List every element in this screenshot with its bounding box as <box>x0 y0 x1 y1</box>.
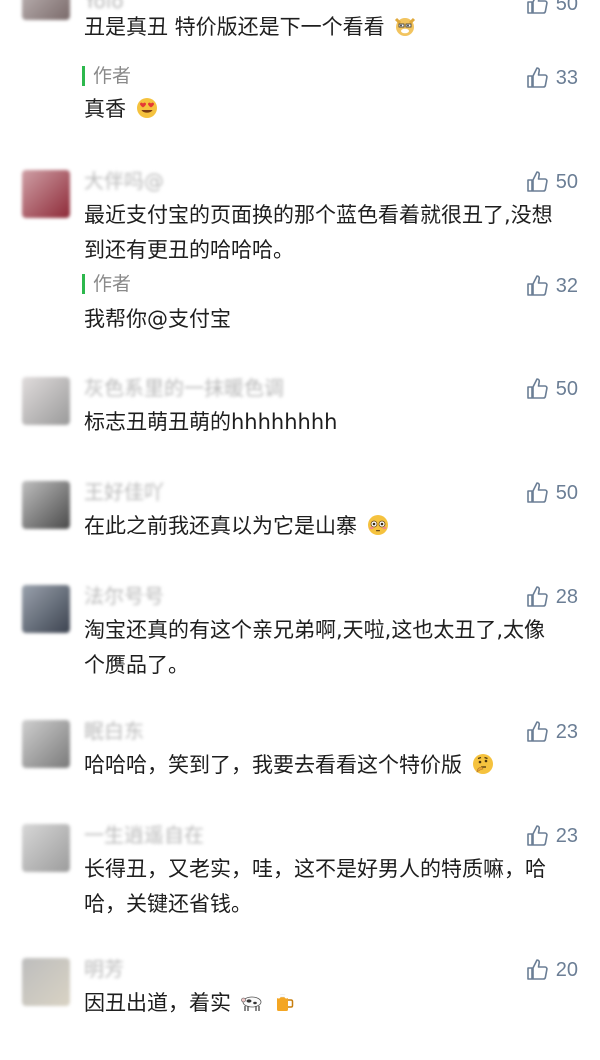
avatar[interactable] <box>22 585 70 633</box>
like-count: 23 <box>555 720 578 743</box>
like-button[interactable]: 50 <box>526 170 578 194</box>
reply-text-content: 真香 <box>84 97 126 121</box>
avatar[interactable] <box>22 0 70 20</box>
thumbs-up-icon <box>526 171 548 192</box>
like-count: 32 <box>555 274 578 297</box>
like-count: 50 <box>555 481 578 504</box>
avatar[interactable] <box>22 824 70 872</box>
like-count: 23 <box>555 824 578 847</box>
comment-text: 淘宝还真的有这个亲兄弟啊,天啦,这也太丑了,太像个赝品了。 <box>84 618 546 677</box>
like-button[interactable]: 23 <box>526 824 578 848</box>
like-button[interactable]: 50 <box>526 377 578 401</box>
like-button[interactable]: 32 <box>526 274 578 298</box>
heart-eyes-emoji <box>136 98 157 118</box>
comment-text-content: 哈哈哈，笑到了，我要去看看这个特价版 <box>84 753 462 777</box>
beer-mug-emoji <box>276 994 294 1011</box>
avatar[interactable] <box>22 720 70 768</box>
flushed-face-emoji <box>367 515 388 535</box>
like-button[interactable]: 50 <box>526 481 578 505</box>
avatar[interactable] <box>22 377 70 425</box>
reply-text: 真香 <box>84 92 159 127</box>
comment-text: 长得丑，又老实，哇，这不是好男人的特质嘛，哈哈，关键还省钱。 <box>84 857 546 916</box>
like-count: 33 <box>555 66 578 89</box>
thumbs-up-icon <box>526 825 548 846</box>
author-tag: 作者 <box>82 274 131 294</box>
comment-text-content: 在此之前我还真以为它是山寨 <box>84 514 357 538</box>
avatar[interactable] <box>22 481 70 529</box>
author-tag: 作者 <box>82 66 131 86</box>
comment-text: 在此之前我还真以为它是山寨 <box>84 509 554 544</box>
comment-text: 哈哈哈，笑到了，我要去看看这个特价版 <box>84 748 554 783</box>
thumbs-up-icon <box>526 586 548 607</box>
reply-text: 我帮你@支付宝 <box>84 307 231 331</box>
comment-text: 最近支付宝的页面换的那个蓝色看着就很丑了,没想到还有更丑的哈哈哈。 <box>84 203 553 262</box>
thumbs-up-icon <box>526 378 548 399</box>
thumbs-up-icon <box>526 67 548 88</box>
comment-username[interactable]: 眠白东 <box>84 720 144 742</box>
comment-username[interactable]: 一生逍遥自在 <box>84 824 204 846</box>
comment-text-content: 因丑出道，着实 <box>84 991 231 1015</box>
thumbs-up-icon <box>526 275 548 296</box>
like-button[interactable]: 23 <box>526 720 578 744</box>
comment-username[interactable]: 王好佳吖 <box>84 481 164 503</box>
like-button[interactable]: 28 <box>526 585 578 609</box>
thumbs-up-icon <box>526 721 548 742</box>
dog-face-emoji <box>395 17 416 36</box>
comment-username[interactable]: 明芳 <box>84 958 124 980</box>
like-button[interactable]: 20 <box>526 958 578 982</box>
like-button[interactable]: 33 <box>526 66 578 90</box>
thumbs-up-icon <box>526 482 548 503</box>
comment-text: 标志丑萌丑萌的hhhhhhhh <box>84 410 338 434</box>
comment-text-content: 丑是真丑 特价版还是下一个看看 <box>84 15 385 39</box>
avatar[interactable] <box>22 170 70 218</box>
like-count: 50 <box>555 170 578 193</box>
comment-username[interactable]: 法尔号号 <box>84 585 164 607</box>
thinking-face-emoji <box>472 754 493 774</box>
cow-emoji <box>240 996 262 1011</box>
thumbs-up-icon <box>526 959 548 980</box>
avatar[interactable] <box>22 958 70 1006</box>
comment-text: 因丑出道，着实 <box>84 986 554 1021</box>
comment-text: 丑是真丑 特价版还是下一个看看 <box>84 10 554 45</box>
comment-list: Yolo 50 丑是真丑 特价版还是下一个看看 作者 33 真香 大伴吗@ 50… <box>0 0 600 1060</box>
comment-username[interactable]: 大伴吗@ <box>84 170 164 192</box>
like-count: 28 <box>555 585 578 608</box>
like-count: 50 <box>555 377 578 400</box>
like-count: 20 <box>555 958 578 981</box>
like-count: 50 <box>555 0 578 15</box>
comment-username[interactable]: 灰色系里的一抹暖色调 <box>84 377 284 399</box>
